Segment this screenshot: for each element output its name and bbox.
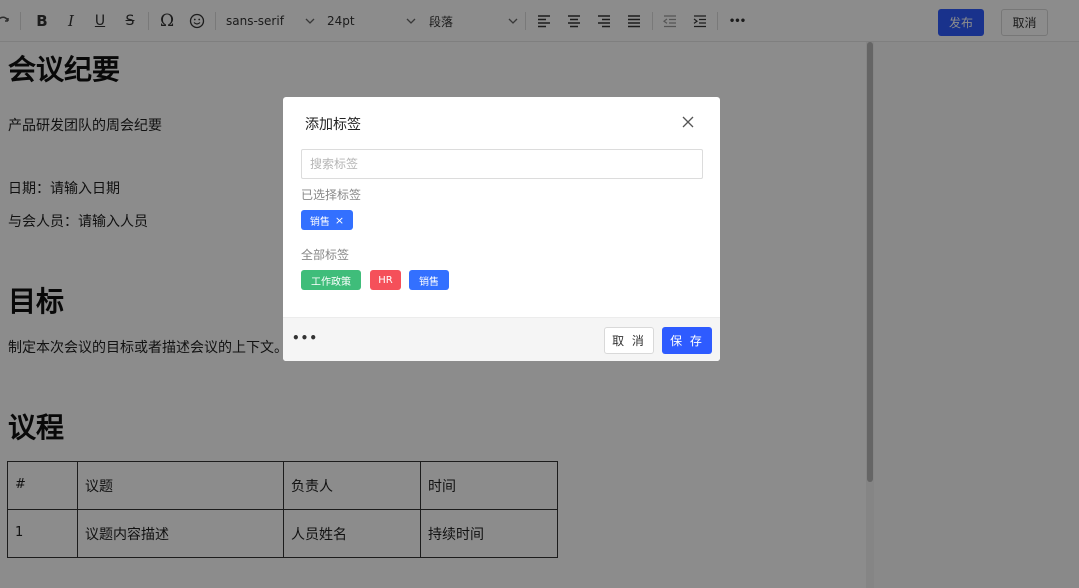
dialog-save-button[interactable]: 保 存 <box>662 327 712 354</box>
close-icon[interactable] <box>681 115 695 129</box>
dialog-cancel-button[interactable]: 取 消 <box>604 327 654 354</box>
dialog-title: 添加标签 <box>305 117 361 133</box>
all-tags-label: 全部标签 <box>301 248 350 262</box>
selected-tags-label: 已选择标签 <box>301 188 362 202</box>
add-tag-dialog: 添加标签 已选择标签 销售 × 全部标签 工作政策 HR 销售 ••• 取 消 … <box>283 97 720 361</box>
more-options-icon[interactable]: ••• <box>292 331 318 345</box>
tag-label: HR <box>378 274 393 286</box>
tag-label: 销售 <box>309 216 330 228</box>
tag-option-hr[interactable]: HR <box>370 270 401 290</box>
tag-search-input[interactable] <box>301 149 703 179</box>
tag-label: 工作政策 <box>311 276 351 288</box>
tag-label: 销售 <box>419 276 439 288</box>
remove-tag-icon[interactable]: × <box>335 215 344 226</box>
tag-option-work-policy[interactable]: 工作政策 <box>301 270 361 290</box>
selected-tag-chip[interactable]: 销售 × <box>301 210 353 230</box>
tag-option-sales[interactable]: 销售 <box>409 270 449 290</box>
dialog-footer: ••• 取 消 保 存 <box>283 317 720 361</box>
